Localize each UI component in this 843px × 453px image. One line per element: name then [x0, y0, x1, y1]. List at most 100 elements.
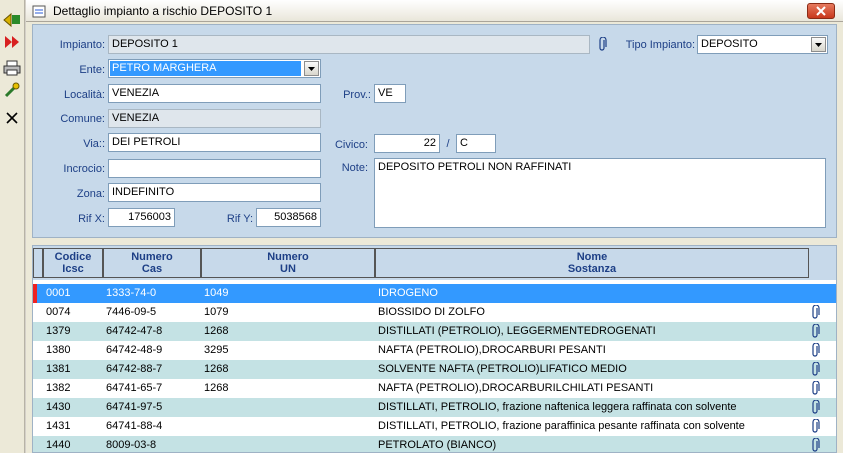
table-row[interactable]: 1379 64742-47-8 1268 DISTILLATI (PETROLIO),…	[33, 322, 836, 341]
cell-cas: 64742-88-7	[106, 363, 163, 375]
civico-suffix-field[interactable]: C	[456, 134, 496, 153]
tipo-impianto-select[interactable]: DEPOSITO	[697, 35, 828, 54]
header-line: Numero	[267, 251, 309, 263]
cell-un: 1268	[204, 325, 229, 337]
cell-nome: BIOSSIDO DI ZOLFO	[378, 306, 485, 318]
cell-cas: 7446-09-5	[106, 306, 157, 318]
cell-codice: 1379	[46, 325, 71, 337]
title-bar: Dettaglio impianto a rischio DEPOSITO 1	[26, 0, 843, 22]
paperclip-icon[interactable]	[812, 399, 820, 417]
cell-cas: 8009-03-8	[106, 439, 157, 451]
table-row[interactable]: 1381 64742-88-7 1268 SOLVENTE NAFTA (PETROL…	[33, 360, 836, 379]
cell-nome: DISTILLATI (PETROLIO), LEGGERMENTEDROGEN…	[378, 325, 656, 337]
fast-forward-icon[interactable]	[2, 32, 22, 52]
ente-value: PETRO MARGHERA	[110, 61, 301, 76]
cell-nome: PETROLATO (BIANCO)	[378, 439, 497, 451]
substances-grid: Codice Icsc Numero Cas Numero UN Nome So…	[32, 245, 837, 453]
header-nome-sostanza[interactable]: Nome Sostanza	[375, 248, 809, 278]
prov-field[interactable]: VE	[374, 84, 406, 103]
table-row[interactable]: 1440 8009-03-8 PETROLATO (BIANCO)	[33, 436, 836, 452]
header-codice-icsc[interactable]: Codice Icsc	[43, 248, 103, 278]
cell-un: 3295	[204, 344, 229, 356]
paperclip-icon[interactable]	[812, 304, 820, 322]
paperclip-icon[interactable]	[812, 361, 820, 379]
header-line: UN	[280, 263, 296, 275]
cell-codice: 1381	[46, 363, 71, 375]
tools-icon[interactable]	[2, 80, 22, 100]
cell-cas: 64742-47-8	[106, 325, 163, 337]
window-icon	[32, 4, 46, 18]
cell-codice: 1382	[46, 382, 71, 394]
cell-codice: 1430	[46, 401, 71, 413]
cell-cas: 64741-97-5	[106, 401, 163, 413]
print-icon[interactable]	[2, 58, 22, 78]
table-row[interactable]: 1380 64742-48-9 3295 NAFTA (PETROLIO),DROCA…	[33, 341, 836, 360]
plant-detail-form: Impianto: DEPOSITO 1 Tipo Impianto: DEPO…	[32, 24, 837, 238]
cell-codice: 0001	[46, 287, 71, 299]
cell-nome: DISTILLATI, PETROLIO, frazione naftenica…	[378, 401, 737, 413]
rif-x-label: Rif X:	[78, 213, 105, 225]
via-label: Via::	[83, 138, 105, 150]
zona-field[interactable]: INDEFINITO	[108, 183, 321, 202]
detail-window: Dettaglio impianto a rischio DEPOSITO 1 …	[26, 0, 843, 453]
incrocio-field[interactable]	[108, 159, 321, 178]
header-line: Numero	[131, 251, 173, 263]
cell-nome: IDROGENO	[378, 287, 438, 299]
table-row[interactable]: 1382 64741-65-7 1268 NAFTA (PETROLIO),DROCA…	[33, 379, 836, 398]
impianto-field[interactable]: DEPOSITO 1	[108, 35, 590, 54]
back-icon[interactable]	[2, 10, 22, 30]
chevron-down-icon[interactable]	[811, 37, 826, 52]
table-row[interactable]: 0001 1333-74-0 1049 IDROGENO	[33, 284, 836, 303]
window-close-button[interactable]	[807, 3, 835, 19]
close-x-icon[interactable]	[2, 108, 22, 128]
header-line: Icsc	[62, 263, 84, 275]
prov-label: Prov.:	[343, 89, 371, 101]
grid-header: Codice Icsc Numero Cas Numero UN Nome So…	[33, 246, 836, 280]
ente-select[interactable]: PETRO MARGHERA	[108, 59, 321, 78]
cell-nome: SOLVENTE NAFTA (PETROLIO)LIFATICO MEDIO	[378, 363, 627, 375]
ente-label: Ente:	[79, 64, 105, 76]
rif-y-field[interactable]: 5038568	[256, 208, 321, 227]
civico-label: Civico:	[334, 139, 368, 151]
paperclip-icon[interactable]	[812, 437, 820, 452]
paperclip-icon[interactable]	[812, 418, 820, 436]
paperclip-icon[interactable]	[812, 323, 820, 341]
note-label: Note:	[341, 162, 368, 174]
localita-label: Località:	[64, 89, 105, 101]
cell-un: 1049	[204, 287, 229, 299]
impianto-label: Impianto:	[59, 39, 105, 51]
window-title: Dettaglio impianto a rischio DEPOSITO 1	[53, 4, 273, 18]
cell-un: 1268	[204, 363, 229, 375]
comune-field[interactable]: VENEZIA	[108, 109, 321, 128]
tipo-impianto-value: DEPOSITO	[701, 38, 758, 50]
header-line: Cas	[141, 263, 163, 275]
via-field[interactable]: DEI PETROLI	[108, 133, 321, 152]
incrocio-label: Incrocio:	[63, 163, 105, 175]
rif-x-field[interactable]: 1756003	[108, 208, 175, 227]
chevron-down-icon[interactable]	[304, 61, 319, 76]
header-numero-un[interactable]: Numero UN	[201, 248, 375, 278]
cell-cas: 1333-74-0	[106, 287, 157, 299]
table-row[interactable]: 1431 64741-88-4 DISTILLATI, PETROLIO, fraz…	[33, 417, 836, 436]
left-toolbar	[0, 0, 25, 453]
note-field[interactable]: DEPOSITO PETROLI NON RAFFINATI	[374, 158, 826, 228]
header-numero-cas[interactable]: Numero Cas	[103, 248, 201, 278]
localita-field[interactable]: VENEZIA	[108, 84, 321, 103]
comune-label: Comune:	[60, 113, 105, 125]
tipo-impianto-label: Tipo Impianto:	[625, 39, 695, 51]
paperclip-icon[interactable]	[812, 342, 820, 360]
cell-un: 1268	[204, 382, 229, 394]
rif-y-label: Rif Y:	[226, 213, 253, 225]
civico-separator: /	[446, 138, 450, 150]
cell-codice: 1380	[46, 344, 71, 356]
civico-field[interactable]: 22	[374, 134, 440, 153]
paperclip-icon[interactable]	[599, 36, 607, 54]
table-row[interactable]: 0074 7446-09-5 1079 BIOSSIDO DI ZOLFO	[33, 303, 836, 322]
cell-cas: 64742-48-9	[106, 344, 163, 356]
cell-nome: NAFTA (PETROLIO),DROCARBURILCHILATI PESA…	[378, 382, 654, 394]
row-selector-header	[33, 248, 43, 278]
paperclip-icon[interactable]	[812, 380, 820, 398]
cell-un: 1079	[204, 306, 229, 318]
table-row[interactable]: 1430 64741-97-5 DISTILLATI, PETROLIO, fraz…	[33, 398, 836, 417]
cell-cas: 64741-88-4	[106, 420, 163, 432]
